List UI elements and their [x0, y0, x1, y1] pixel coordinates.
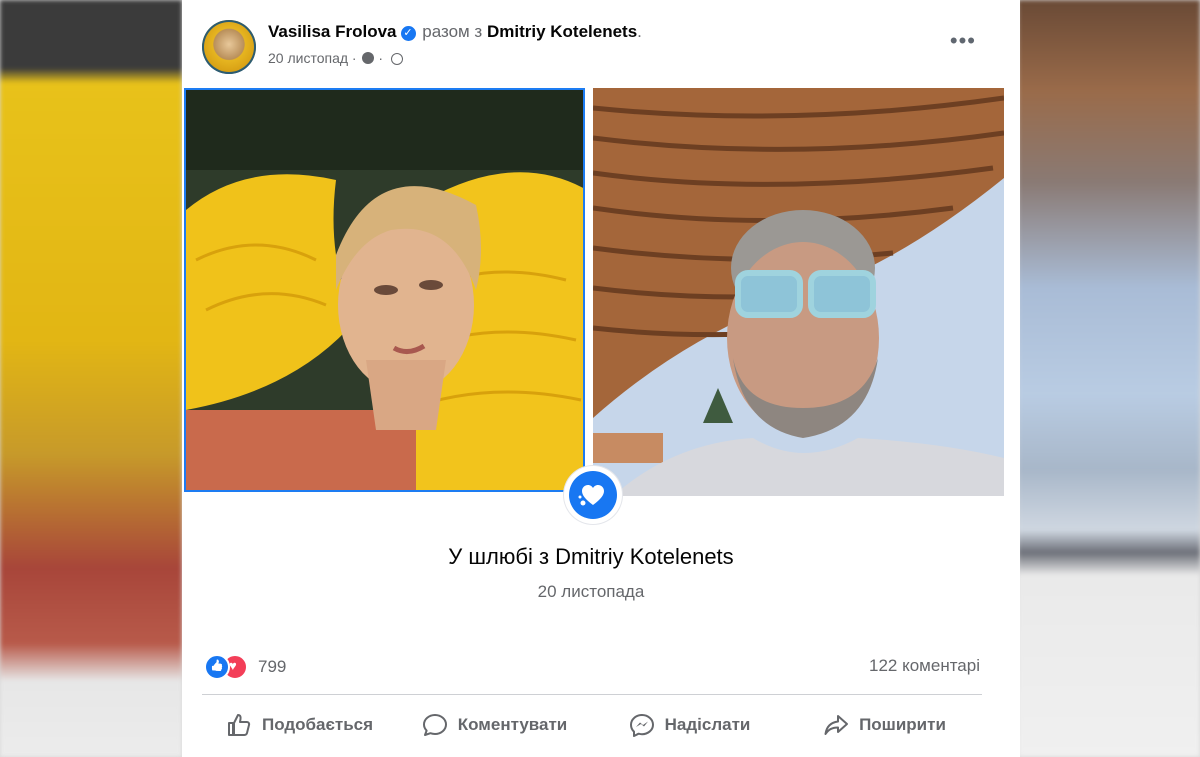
avatar[interactable] — [202, 20, 256, 74]
photo-woman[interactable] — [184, 88, 585, 492]
globe-icon — [390, 53, 403, 65]
life-event-title: У шлюбі з Dmitriy Kotelenets — [448, 544, 734, 569]
life-event-date: 20 листопада — [537, 582, 645, 601]
comments-count[interactable]: 122 коментарі — [869, 656, 980, 676]
photo-man-illustration — [593, 88, 1004, 496]
like-icon — [227, 714, 251, 736]
comment-button[interactable]: Коментувати — [397, 700, 592, 750]
like-reaction-icon — [204, 654, 230, 680]
like-button[interactable]: Подобається — [202, 700, 397, 750]
photo-woman-illustration — [186, 90, 583, 490]
post-meta: 20 листопад · · — [268, 50, 403, 66]
life-event-heart-badge — [564, 466, 622, 524]
send-button[interactable]: Надіслати — [592, 700, 787, 750]
like-button-label: Подобається — [261, 715, 374, 734]
divider — [202, 694, 982, 695]
send-button-label: Надіслати — [664, 715, 751, 734]
verified-badge-icon: ✓ — [400, 26, 416, 41]
post-date[interactable]: 20 листопад — [268, 50, 348, 66]
meta-separator-2: · — [378, 50, 384, 66]
comment-icon — [422, 714, 447, 736]
share-button[interactable]: Поширити — [787, 700, 982, 750]
tagged-suffix: . — [637, 22, 642, 41]
blurred-background-right — [1018, 0, 1200, 757]
clock-icon — [362, 52, 375, 64]
post-header: Vasilisa Frolova ✓ разом з Dmitriy Kotele… — [182, 0, 1020, 86]
author-name[interactable]: Vasilisa Frolova — [268, 22, 397, 41]
reactions-count: 799 — [258, 657, 287, 676]
blurred-background-left — [0, 0, 182, 757]
share-icon — [824, 715, 849, 735]
post-actions-bar: Подобається Коментувати Надіслати Пошири… — [202, 700, 982, 750]
share-button-label: Поширити — [859, 715, 946, 734]
post-author-line: Vasilisa Frolova ✓ разом з Dmitriy Kotele… — [268, 22, 642, 42]
heart-icon — [578, 485, 604, 506]
with-text: разом з — [422, 22, 483, 41]
messenger-icon — [629, 714, 654, 737]
post-card: Vasilisa Frolova ✓ разом з Dmitriy Kotele… — [182, 0, 1020, 757]
more-options-button[interactable]: ••• — [950, 28, 976, 54]
photo-man[interactable] — [593, 88, 1004, 496]
tagged-name[interactable]: Dmitriy Kotelenets — [487, 22, 637, 41]
meta-separator: · — [351, 50, 357, 66]
comment-button-label: Коментувати — [457, 715, 568, 734]
